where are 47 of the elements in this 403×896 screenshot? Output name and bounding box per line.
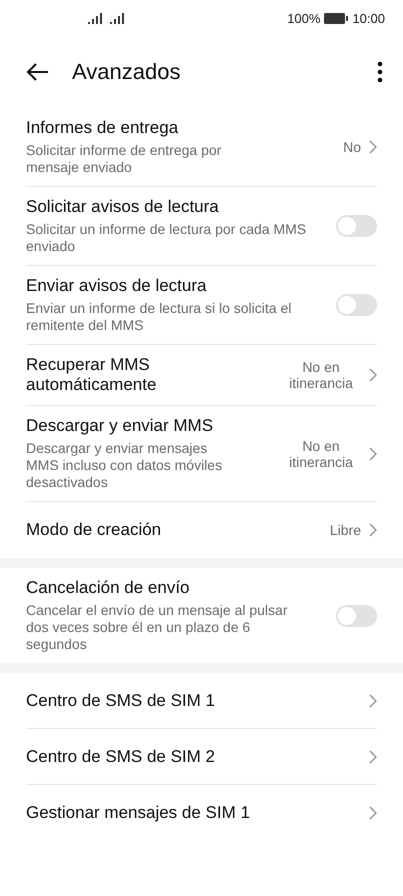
chevron-right-icon <box>369 523 377 537</box>
setting-title: Gestionar mensajes de SIM 1 <box>26 803 251 823</box>
toggle-switch[interactable] <box>336 294 377 316</box>
chevron-right-icon <box>369 368 377 382</box>
chevron-right-icon <box>369 806 377 820</box>
settings-row[interactable]: Centro de SMS de SIM 2 <box>26 729 377 785</box>
more-options-button[interactable] <box>377 61 383 83</box>
setting-value: No <box>343 139 361 155</box>
setting-title: Centro de SMS de SIM 1 <box>26 690 216 710</box>
settings-row[interactable]: Recuperar MMS automáticamente No en itinerancia <box>26 345 377 406</box>
page-title: Avanzados <box>72 59 182 85</box>
setting-value: No en itinerancia <box>288 359 354 391</box>
setting-description: Cancelar el envío de un mensaje al pulsar dos veces sobre él en un plazo de 6 segundos <box>26 602 288 653</box>
battery-percent: 100% <box>287 10 320 26</box>
chevron-right-icon <box>369 694 377 708</box>
toggle-switch[interactable] <box>336 604 377 626</box>
chevron-right-icon <box>369 750 377 764</box>
setting-title: Enviar avisos de lectura <box>26 276 208 296</box>
settings-row[interactable]: Modo de creación Libre <box>26 502 377 558</box>
setting-title: Modo de creación <box>26 520 162 540</box>
settings-row[interactable]: Centro de SMS de SIM 1 <box>26 673 377 729</box>
toggle-switch[interactable] <box>336 215 377 237</box>
setting-description: Solicitar un informe de lectura por cada MMS enviado <box>26 221 308 255</box>
settings-row[interactable]: Informes de entrega Solicitar informe de entrega por mensaje enviado No <box>26 108 377 187</box>
setting-description: Solicitar informe de entrega por mensaje enviado <box>26 142 222 176</box>
settings-row[interactable]: Gestionar mensajes de SIM 1 <box>26 785 377 841</box>
setting-title: Recuperar MMS automáticamente <box>26 355 158 395</box>
setting-value: No en itinerancia <box>288 438 354 470</box>
settings-row[interactable]: Cancelación de envío Cancelar el envío de un mensaje al pulsar dos veces sobre él en un plazo de 6 segundos <box>26 568 377 663</box>
chevron-right-icon <box>369 446 377 460</box>
signal-icon <box>88 12 102 24</box>
setting-title: Solicitar avisos de lectura <box>26 197 220 217</box>
setting-description: Descargar y enviar mensajes MMS incluso con datos móviles desactivados <box>26 440 224 491</box>
setting-description: Enviar un informe de lectura si lo solicita el remitente del MMS <box>26 300 292 334</box>
setting-title: Centro de SMS de SIM 2 <box>26 746 216 766</box>
setting-value: Libre <box>330 522 361 538</box>
settings-row[interactable]: Descargar y enviar MMS Descargar y enviar mensajes MMS incluso con datos móviles desactivados No en itinerancia <box>26 406 377 502</box>
signal-icon <box>110 12 124 24</box>
setting-title: Descargar y enviar MMS <box>26 416 214 436</box>
settings-row[interactable]: Enviar avisos de lectura Enviar un informe de lectura si lo solicita el remitente del MMS <box>26 266 377 345</box>
setting-title: Cancelación de envío <box>26 578 191 598</box>
back-button[interactable] <box>26 62 50 82</box>
battery-icon <box>324 12 348 24</box>
clock: 10:00 <box>352 10 385 26</box>
settings-row[interactable]: Solicitar avisos de lectura Solicitar un informe de lectura por cada MMS enviado <box>26 187 377 266</box>
setting-title: Informes de entrega <box>26 118 180 138</box>
chevron-right-icon <box>369 140 377 154</box>
